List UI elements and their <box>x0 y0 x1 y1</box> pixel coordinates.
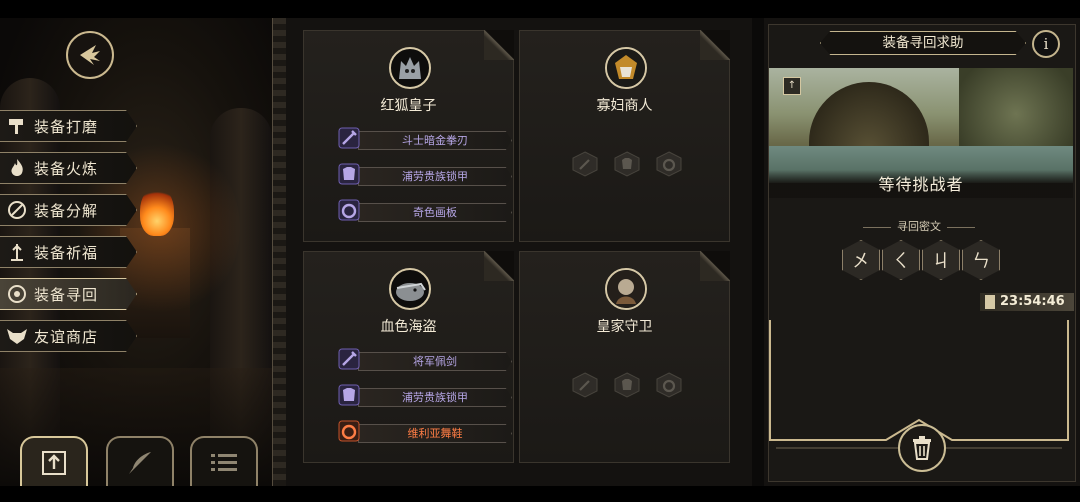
menu-item-polish[interactable]: 装备打磨 <box>0 110 137 142</box>
helper-name: 皇家守卫 <box>596 319 653 335</box>
equip-slot[interactable]: 维利亚舞鞋 <box>336 420 512 443</box>
ring-icon <box>336 197 362 223</box>
equip-label: 奇色画板 <box>358 203 512 222</box>
helper-card[interactable]: 红狐皇子 斗士暗金拳刃 浦劳贵族锁甲 奇色画板 <box>303 30 514 242</box>
sword-icon <box>572 151 598 177</box>
equip-slot[interactable]: 浦劳贵族锁甲 <box>336 384 512 407</box>
sword-icon <box>336 125 362 151</box>
equip-slot[interactable]: 将军佩剑 <box>336 348 512 371</box>
empty-slots <box>572 151 682 177</box>
back-button[interactable] <box>66 31 114 79</box>
menu-label: 装备火炼 <box>34 159 99 178</box>
sword-icon <box>336 346 362 372</box>
panel-title: 装备寻回求助 <box>820 31 1026 55</box>
menu-label: 装备打磨 <box>34 117 99 136</box>
equip-label: 浦劳贵族锁甲 <box>358 388 512 407</box>
armor-icon <box>336 382 362 408</box>
info-button[interactable]: i <box>1032 30 1060 58</box>
widow-merchant-portrait <box>605 47 647 89</box>
equip-label: 将军佩剑 <box>358 352 512 371</box>
up-arrow-icon[interactable]: ↑ <box>783 77 801 95</box>
helper-card[interactable]: 寡妇商人 <box>519 30 730 242</box>
cipher-label: 寻回密文 <box>840 218 998 234</box>
disassemble-icon <box>0 200 34 220</box>
helper-name: 血色海盗 <box>380 319 437 335</box>
empty-slots <box>572 372 682 398</box>
torch-flame <box>140 186 174 236</box>
helper-name: 红狐皇子 <box>380 98 437 114</box>
sword-icon <box>572 372 598 398</box>
equip-slot[interactable]: 奇色画板 <box>336 199 512 222</box>
helper-card[interactable]: 皇家守卫 <box>519 251 730 463</box>
top-bar <box>0 0 1080 18</box>
back-arrow-icon <box>80 45 100 65</box>
menu-item-retrieve[interactable]: 装备寻回 <box>0 278 137 310</box>
menu-label: 友谊商店 <box>34 327 99 346</box>
helper-name: 寡妇商人 <box>596 98 653 114</box>
list-icon <box>211 454 237 471</box>
menu-label: 装备祈福 <box>34 243 99 262</box>
hammer-icon <box>0 117 34 135</box>
armor-icon <box>336 161 362 187</box>
tab-feather[interactable] <box>106 436 174 488</box>
tab-upload[interactable] <box>20 436 88 488</box>
menu-item-forge[interactable]: 装备火炼 <box>0 152 137 184</box>
menu-label: 装备寻回 <box>34 285 99 304</box>
ring-icon <box>336 418 362 444</box>
menu-item-disassemble[interactable]: 装备分解 <box>0 194 137 226</box>
ring-icon <box>656 372 682 398</box>
ring-icon <box>656 151 682 177</box>
pray-icon <box>0 242 34 262</box>
trash-button[interactable] <box>898 424 946 472</box>
menu-item-friend-shop[interactable]: 友谊商店 <box>0 320 137 352</box>
retrieve-icon <box>0 284 34 304</box>
equip-label: 斗士暗金拳刃 <box>358 131 512 150</box>
feather-icon <box>129 452 151 474</box>
bottom-bar <box>0 486 1080 502</box>
hourglass-icon <box>985 295 995 309</box>
flame-icon <box>0 158 34 178</box>
timer-text: 23:54:46 <box>1000 294 1065 309</box>
helper-card[interactable]: 血色海盗 将军佩剑 浦劳贵族锁甲 维利亚舞鞋 <box>303 251 514 463</box>
menu-item-pray[interactable]: 装备祈福 <box>0 236 137 268</box>
royal-guard-portrait <box>605 268 647 310</box>
armor-icon <box>614 151 640 177</box>
armor-icon <box>614 372 640 398</box>
fox-shop-icon <box>0 327 34 345</box>
crimson-pirate-portrait <box>389 268 431 310</box>
challenge-scene-image <box>769 68 1073 183</box>
trash-icon <box>913 436 931 460</box>
equip-slot[interactable]: 斗士暗金拳刃 <box>336 127 512 150</box>
challenge-status: 等待挑战者 <box>769 170 1073 198</box>
equip-label: 维利亚舞鞋 <box>358 424 512 443</box>
equip-label: 浦劳贵族锁甲 <box>358 167 512 186</box>
tab-list[interactable] <box>190 436 258 488</box>
menu-label: 装备分解 <box>34 201 99 220</box>
upload-icon <box>42 451 66 475</box>
equip-slot[interactable]: 浦劳贵族锁甲 <box>336 163 512 186</box>
red-fox-prince-portrait <box>389 47 431 89</box>
